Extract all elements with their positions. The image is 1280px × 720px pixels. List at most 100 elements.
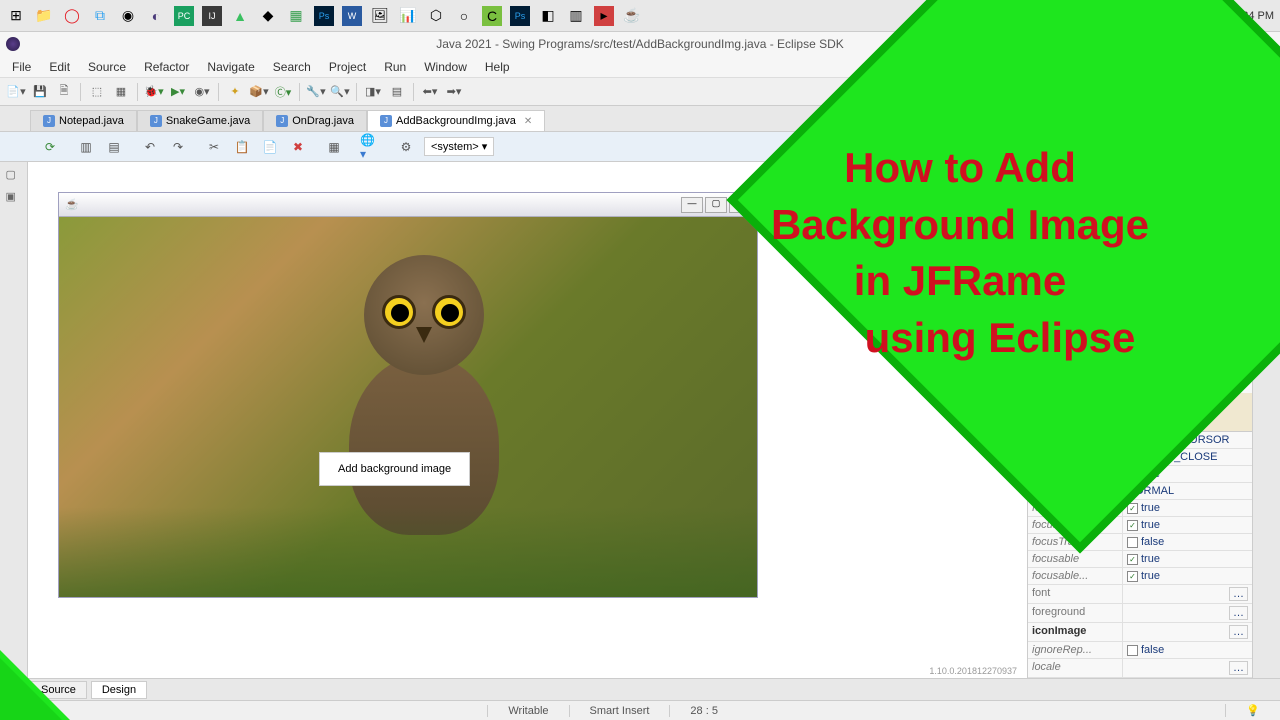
app-icon[interactable]: 📊 [398,6,418,26]
close-tab-icon[interactable]: ✕ [524,116,532,127]
menu-project[interactable]: Project [321,58,374,76]
delete-button[interactable]: ✖ [288,137,308,157]
globe-button[interactable]: 🌐▾ [360,137,380,157]
app-icon[interactable]: ☕ [622,6,642,26]
toolbar-button[interactable]: ⬚ [87,82,107,102]
editor-tab[interactable]: JOnDrag.java [263,110,367,131]
gear-icon[interactable]: ⚙ [396,137,416,157]
undo-button[interactable]: ↶ [140,137,160,157]
design-tab[interactable]: Design [91,681,147,699]
menu-file[interactable]: File [4,58,39,76]
bottom-tab-bar: Source Design [0,678,1280,700]
app-icon[interactable]: 🖼 [370,6,390,26]
search-button[interactable]: 🔍▾ [330,82,350,102]
photoshop-icon[interactable]: Ps [314,6,334,26]
toolbar-button[interactable]: ✦ [225,82,245,102]
property-row[interactable]: font… [1028,585,1252,604]
debug-button[interactable]: 🐞▾ [144,82,164,102]
android-icon[interactable]: ▲ [230,6,250,26]
editor-tab-active[interactable]: JAddBackgroundImg.java✕ [367,110,545,131]
property-row[interactable]: focusTrav...false [1028,534,1252,551]
toolbar-button[interactable]: ▤ [104,137,124,157]
new-button[interactable]: 📄▾ [6,82,26,102]
refresh-button[interactable]: ⟳ [40,137,60,157]
toolbar-button[interactable]: 🔧▾ [306,82,326,102]
new-class-button[interactable]: Ⓒ▾ [273,82,293,102]
editor-tab[interactable]: JSnakeGame.java [137,110,263,131]
left-gutter: ▢ ▣ [0,162,28,678]
start-icon[interactable]: ⊞ [6,6,26,26]
version-text: 1.10.0.201812270937 [929,666,1017,676]
status-position: 28 : 5 [669,705,738,717]
property-row[interactable]: focusable✓true [1028,551,1252,568]
app-icon[interactable]: Ps [510,6,530,26]
app-icon[interactable]: ⬡ [426,6,446,26]
jframe-content[interactable]: Add background image [59,217,757,597]
window-title: Java 2021 - Swing Programs/src/test/AddB… [436,37,844,51]
app-icon[interactable]: C [482,6,502,26]
background-image [59,217,757,597]
pycharm-icon[interactable]: PC [174,6,194,26]
vscode-icon[interactable]: ⧉ [90,6,110,26]
app-icon[interactable]: ○ [454,6,474,26]
toolbar-button[interactable]: ▦ [111,82,131,102]
java-file-icon: J [43,115,55,127]
property-row[interactable]: iconImage… [1028,623,1252,642]
jframe-titlebar: ☕ — ▢ ✕ [59,193,757,217]
copy-button[interactable]: 📋 [232,137,252,157]
eclipse-icon[interactable]: ◐ [146,6,166,26]
system-dropdown[interactable]: <system> ▾ [424,137,494,156]
minimize-icon[interactable]: — [681,197,703,213]
java-file-icon: J [150,115,162,127]
property-row[interactable]: focusable...✓true [1028,568,1252,585]
menu-help[interactable]: Help [477,58,518,76]
gutter-icon[interactable]: ▣ [6,190,22,206]
toolbar-button[interactable]: ◉▾ [192,82,212,102]
toolbar-button[interactable]: ▦ [324,137,344,157]
status-insert: Smart Insert [569,705,670,717]
paste-button[interactable]: 📄 [260,137,280,157]
property-row[interactable]: ignoreRep...false [1028,642,1252,659]
bulb-icon[interactable]: 💡 [1225,704,1280,717]
menu-search[interactable]: Search [265,58,319,76]
run-button[interactable]: ▶▾ [168,82,188,102]
app-icon[interactable]: ◧ [538,6,558,26]
status-writable: Writable [487,705,568,717]
java-file-icon: J [380,115,392,127]
redo-button[interactable]: ↷ [168,137,188,157]
explorer-icon[interactable]: 📁 [34,6,54,26]
eclipse-app-icon [6,37,20,51]
jlabel-component[interactable]: Add background image [319,452,470,486]
app-icon[interactable]: ◆ [258,6,278,26]
app-icon[interactable]: ▦ [286,6,306,26]
app-icon[interactable]: ▸ [594,6,614,26]
forward-button[interactable]: ➡▾ [444,82,464,102]
save-all-button[interactable]: 🗎 [54,82,74,102]
word-icon[interactable]: W [342,6,362,26]
toolbar-button[interactable]: ▥ [76,137,96,157]
menu-navigate[interactable]: Navigate [199,58,262,76]
save-button[interactable]: 💾 [30,82,50,102]
menu-refactor[interactable]: Refactor [136,58,197,76]
property-row[interactable]: foreground… [1028,604,1252,623]
opera-icon[interactable]: ◯ [62,6,82,26]
editor-tab[interactable]: JNotepad.java [30,110,137,131]
menu-run[interactable]: Run [376,58,414,76]
new-package-button[interactable]: 📦▾ [249,82,269,102]
menu-edit[interactable]: Edit [41,58,78,76]
menu-source[interactable]: Source [80,58,134,76]
overlay-corner [0,650,70,720]
toolbar-button[interactable]: ◨▾ [363,82,383,102]
property-row[interactable]: locale… [1028,659,1252,678]
java-file-icon: J [276,115,288,127]
overlay-title: How to Add Background Image in JFRame us… [710,140,1210,367]
app-icon[interactable]: ▥ [566,6,586,26]
menu-window[interactable]: Window [416,58,475,76]
gutter-icon[interactable]: ▢ [6,168,22,184]
toolbar-button[interactable]: ▤ [387,82,407,102]
intellij-icon[interactable]: IJ [202,6,222,26]
back-button[interactable]: ⬅▾ [420,82,440,102]
cut-button[interactable]: ✂ [204,137,224,157]
chrome-icon[interactable]: ◉ [118,6,138,26]
jframe-preview[interactable]: ☕ — ▢ ✕ [58,192,758,598]
